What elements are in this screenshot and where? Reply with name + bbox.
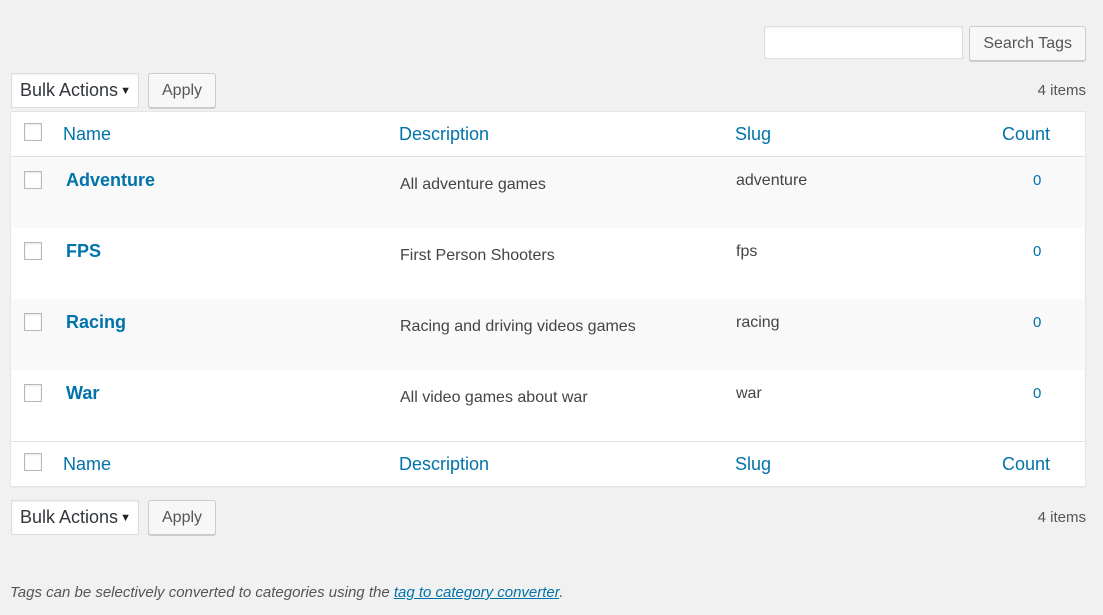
description-cell: First Person Shooters (399, 228, 735, 299)
converter-note-end: . (559, 584, 564, 601)
row-select-cell (11, 157, 56, 229)
tablenav-top: Bulk Actions ▼ Apply 4 items (11, 73, 1086, 108)
tag-slug: war (736, 385, 762, 402)
table-header-row: Name Description Slug Count (11, 112, 1085, 157)
table-footer-row: Name Description Slug Count (11, 441, 1085, 486)
items-count: 4 items (1037, 82, 1086, 99)
search-tags-button[interactable]: Search Tags (969, 26, 1086, 61)
name-cell: War (56, 370, 399, 442)
dropdown-arrow-icon: ▼ (120, 511, 131, 524)
bulk-actions-label: Bulk Actions (20, 80, 119, 100)
tag-name-link[interactable]: Racing (66, 312, 126, 333)
count-column-header: Count (975, 112, 1085, 157)
select-all-checkbox[interactable] (24, 122, 42, 141)
description-cell: Racing and driving videos games (399, 299, 735, 370)
slug-cell: war (735, 370, 975, 442)
slug-column-header: Slug (735, 112, 975, 157)
name-column-header: Name (56, 441, 399, 486)
row-select-cell (11, 370, 56, 442)
bulk-actions-select[interactable]: Bulk Actions ▼ (11, 73, 139, 108)
table-row: FPS First Person Shooters fps 0 (11, 228, 1085, 299)
count-cell: 0 (975, 228, 1085, 299)
tag-count-link[interactable]: 0 (1033, 385, 1041, 402)
name-cell: Racing (56, 299, 399, 370)
sort-by-description-link[interactable]: Description (399, 124, 489, 144)
row-checkbox[interactable] (24, 171, 42, 189)
slug-cell: racing (735, 299, 975, 370)
select-all-cell (11, 112, 56, 157)
tag-name-link[interactable]: FPS (66, 241, 101, 262)
table-row: Racing Racing and driving videos games r… (11, 299, 1085, 370)
description-cell: All video games about war (399, 370, 735, 442)
name-cell: FPS (56, 228, 399, 299)
converter-note-text: Tags can be selectively converted to cat… (10, 584, 394, 601)
sort-by-name-link[interactable]: Name (63, 124, 111, 144)
count-cell: 0 (975, 370, 1085, 442)
sort-by-slug-link[interactable]: Slug (735, 454, 771, 474)
row-checkbox[interactable] (24, 242, 42, 260)
row-checkbox[interactable] (24, 384, 42, 402)
row-select-cell (11, 299, 56, 370)
description-cell: All adventure games (399, 157, 735, 229)
table-row: Adventure All adventure games adventure … (11, 156, 1085, 229)
count-column-header: Count (975, 441, 1085, 486)
tag-name-link[interactable]: Adventure (66, 170, 155, 191)
name-cell: Adventure (56, 157, 399, 229)
bulk-actions-select[interactable]: Bulk Actions ▼ (11, 500, 139, 535)
name-column-header: Name (56, 112, 399, 157)
tag-slug: fps (736, 243, 758, 260)
sort-by-description-link[interactable]: Description (399, 454, 489, 474)
sort-by-count-link[interactable]: Count (1002, 454, 1050, 474)
tag-description: First Person Shooters (400, 247, 555, 264)
sort-by-slug-link[interactable]: Slug (735, 124, 771, 144)
slug-cell: adventure (735, 157, 975, 229)
search-box: Search Tags (764, 26, 1086, 61)
sort-by-count-link[interactable]: Count (1002, 124, 1050, 144)
tag-count-link[interactable]: 0 (1033, 314, 1041, 331)
converter-note: Tags can be selectively converted to cat… (10, 584, 563, 601)
count-cell: 0 (975, 157, 1085, 229)
tag-description: All adventure games (400, 176, 546, 193)
sort-by-name-link[interactable]: Name (63, 454, 111, 474)
table-row: War All video games about war war 0 (11, 370, 1085, 442)
select-all-checkbox[interactable] (24, 452, 42, 471)
tag-description: Racing and driving videos games (400, 318, 636, 335)
tag-name-link[interactable]: War (66, 383, 99, 404)
apply-button[interactable]: Apply (148, 500, 217, 535)
tag-count-link[interactable]: 0 (1033, 172, 1041, 189)
tag-slug: racing (736, 314, 780, 331)
apply-button[interactable]: Apply (148, 73, 217, 108)
row-select-cell (11, 228, 56, 299)
slug-column-header: Slug (735, 441, 975, 486)
description-column-header: Description (399, 441, 735, 486)
count-cell: 0 (975, 299, 1085, 370)
slug-cell: fps (735, 228, 975, 299)
search-tags-input[interactable] (764, 26, 964, 59)
tag-count-link[interactable]: 0 (1033, 243, 1041, 260)
tablenav-bottom: Bulk Actions ▼ Apply 4 items (11, 500, 1086, 535)
dropdown-arrow-icon: ▼ (120, 84, 131, 97)
tag-to-category-converter-link[interactable]: tag to category converter (394, 584, 559, 601)
row-checkbox[interactable] (24, 313, 42, 331)
select-all-cell (11, 441, 56, 486)
items-count: 4 items (1037, 509, 1086, 526)
tag-description: All video games about war (400, 389, 588, 406)
bulk-actions-label: Bulk Actions (20, 507, 119, 527)
tag-slug: adventure (736, 172, 808, 189)
tags-table: Name Description Slug Count Adventure Al… (10, 111, 1086, 487)
description-column-header: Description (399, 112, 735, 157)
